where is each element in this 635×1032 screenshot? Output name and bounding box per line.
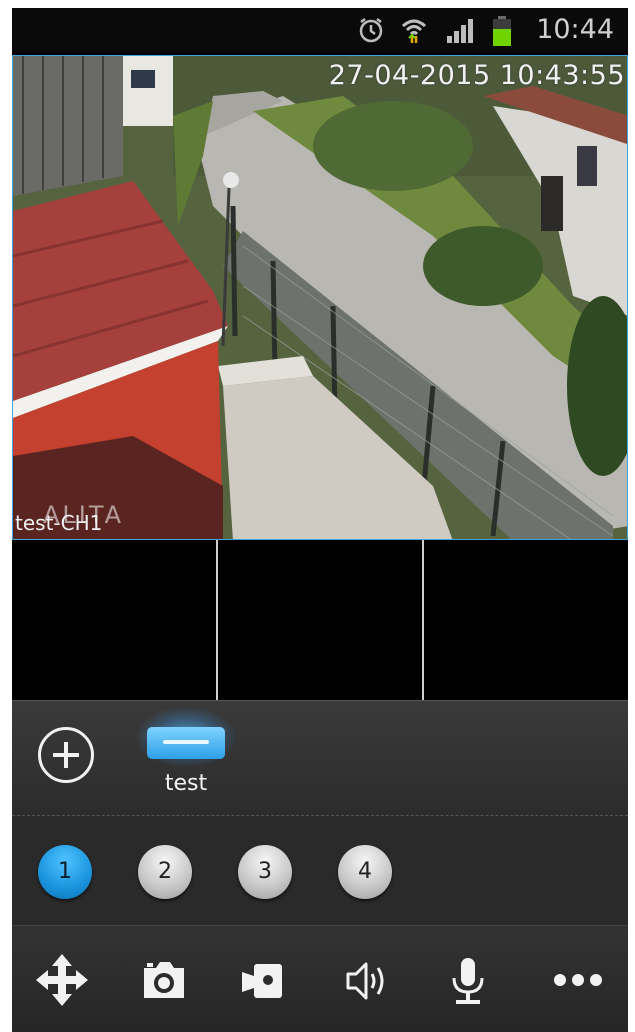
phone-screen: 10:44 27-04-2015 10:43:55 ALITA test-CH1… [12,8,628,1032]
device-item-test[interactable]: test [130,707,242,806]
clock: 10:44 [536,14,614,45]
channel-button-1[interactable]: 1 [38,845,92,899]
channel-button-4[interactable]: 4 [338,845,392,899]
bottom-toolbar [12,925,628,1032]
move-arrows-icon[interactable] [32,952,92,1008]
device-bar: test [12,700,628,815]
signal-icon [445,16,475,48]
more-icon[interactable] [548,952,608,1008]
wifi-icon [400,16,428,48]
camera-view-main[interactable]: 27-04-2015 10:43:55 ALITA test-CH1 [12,55,628,540]
status-bar: 10:44 [12,8,628,52]
microphone-icon[interactable] [438,952,498,1008]
alarm-clock-icon [357,16,385,48]
battery-icon [492,16,512,50]
camera-grid-row [12,540,628,700]
channel-button-2[interactable]: 2 [138,845,192,899]
camera-image [13,56,627,539]
channel-button-3[interactable]: 3 [238,845,292,899]
camera-view-slot-4[interactable] [422,540,628,700]
video-record-icon[interactable] [234,952,294,1008]
channel-bar: 1 2 3 4 [12,815,628,925]
camera-icon[interactable] [134,952,194,1008]
camera-view-slot-3[interactable] [216,540,423,700]
speaker-icon[interactable] [336,952,396,1008]
camera-view-slot-2[interactable] [12,540,217,700]
dvr-device-icon [147,727,225,759]
plus-circle-icon[interactable] [38,727,94,783]
osd-channel-label: test-CH1 [15,511,103,535]
device-label: test [164,771,208,796]
osd-timestamp: 27-04-2015 10:43:55 [328,60,625,91]
